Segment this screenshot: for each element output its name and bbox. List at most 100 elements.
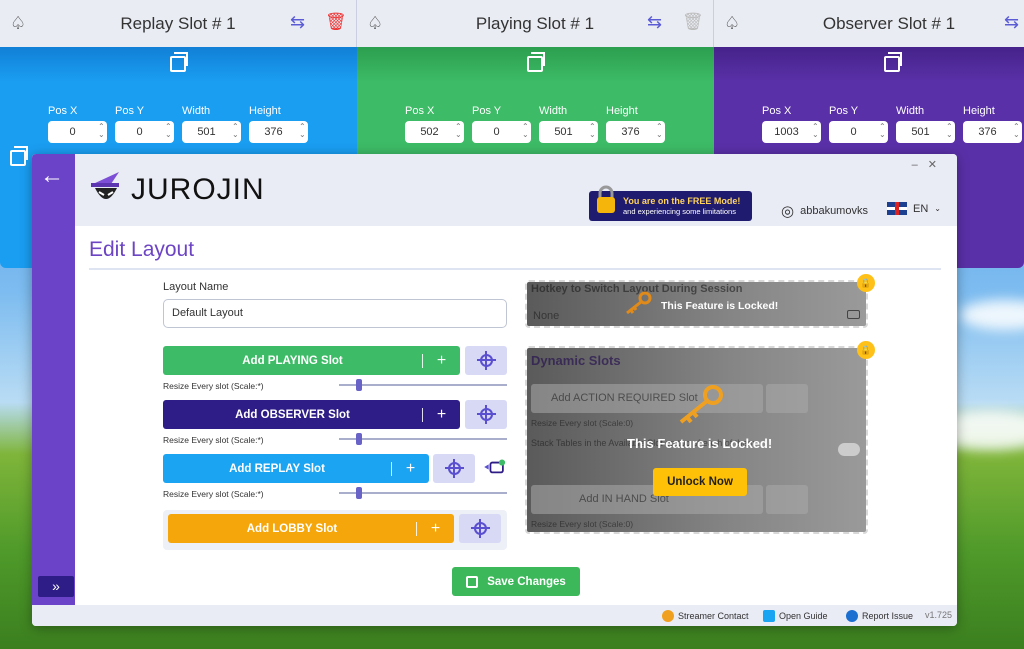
layout-name-label: Layout Name: [163, 281, 229, 293]
resize-label: Resize Every slot (Scale:*): [163, 435, 264, 445]
pos-y-input[interactable]: 0: [472, 121, 531, 143]
add-observer-slot-button[interactable]: Add OBSERVER Slot +: [163, 400, 460, 429]
report-issue-link[interactable]: Report Issue: [846, 610, 913, 622]
crosshair-icon[interactable]: [433, 454, 475, 483]
streamer-contact-link[interactable]: Streamer Contact: [662, 610, 749, 622]
width-input[interactable]: 501: [182, 121, 241, 143]
crosshair-icon: [766, 485, 808, 514]
resize-label: Resize Every slot (Scale:*): [163, 381, 264, 391]
lock-icon: 🔒: [857, 341, 875, 359]
pos-x-input[interactable]: 502: [405, 121, 464, 143]
spade-icon: ♤: [724, 13, 741, 33]
crosshair-icon[interactable]: [465, 400, 507, 429]
brand-logo: JUROJIN: [89, 170, 265, 210]
spade-icon: ♤: [367, 13, 384, 33]
height-input[interactable]: 376: [963, 121, 1022, 143]
hotkey-locked-panel: Hotkey to Switch Layout During Session N…: [525, 280, 868, 328]
button-label: Add PLAYING Slot: [242, 354, 343, 367]
language-label: EN: [913, 202, 929, 215]
user-menu[interactable]: ◎ abbakumovks: [781, 202, 868, 220]
language-selector[interactable]: EN ⌄: [887, 202, 941, 215]
streamer-contact-label: Streamer Contact: [678, 611, 749, 621]
swap-icon[interactable]: ⇆: [290, 12, 305, 33]
dynamic-slots-locked-panel: Dynamic Slots Add ACTION REQUIRED Slot R…: [525, 346, 868, 534]
version-label: v1.725: [925, 610, 953, 620]
window-title: Replay Slot # 1: [120, 13, 236, 33]
expand-icon[interactable]: »: [38, 576, 74, 597]
brand-name: JUROJIN: [131, 173, 265, 206]
width-label: Width: [182, 105, 211, 117]
lock-icon: 🔒: [857, 274, 875, 292]
monitor-icon[interactable]: [481, 459, 507, 475]
resize-label: Resize Every slot (Scale:*): [163, 489, 264, 499]
plus-icon: +: [422, 352, 460, 368]
hotkey-value: None: [533, 310, 560, 322]
copy-icon[interactable]: [527, 52, 545, 72]
crosshair-icon[interactable]: [465, 346, 507, 375]
width-input[interactable]: 501: [539, 121, 598, 143]
streamer-icon: [662, 610, 674, 622]
unlock-now-button[interactable]: Unlock Now: [653, 468, 747, 496]
report-issue-label: Report Issue: [862, 611, 914, 621]
replay-slot-titlebar[interactable]: ♤ Replay Slot # 1 ⇆ 🗑: [0, 0, 357, 47]
crosshair-icon: [766, 384, 808, 413]
open-guide-label: Open Guide: [779, 611, 828, 621]
resize-slider[interactable]: [339, 379, 507, 391]
page-title: Edit Layout: [89, 238, 195, 261]
button-label: Add REPLAY Slot: [229, 462, 325, 475]
height-input[interactable]: 376: [249, 121, 308, 143]
crosshair-icon[interactable]: [459, 514, 501, 543]
pos-y-label: Pos Y: [472, 105, 502, 117]
save-label: Save Changes: [487, 575, 566, 588]
pos-y-input[interactable]: 0: [115, 121, 174, 143]
height-input[interactable]: 376: [606, 121, 665, 143]
pos-y-input[interactable]: 0: [829, 121, 888, 143]
width-input[interactable]: 501: [896, 121, 955, 143]
key-icon: [626, 291, 652, 315]
open-guide-link[interactable]: Open Guide: [763, 610, 828, 622]
add-playing-slot-button[interactable]: Add PLAYING Slot +: [163, 346, 460, 375]
app-header: –✕ JUROJIN You are on the FREE Mode! and…: [75, 154, 957, 226]
divider: [89, 268, 941, 270]
dynamic-slots-title: Dynamic Slots: [531, 353, 621, 368]
pos-x-input[interactable]: 0: [48, 121, 107, 143]
copy-icon[interactable]: [10, 146, 28, 166]
plus-icon: +: [422, 406, 460, 422]
width-label: Width: [539, 105, 568, 117]
copy-icon[interactable]: [170, 52, 188, 72]
resize-slider[interactable]: [339, 433, 507, 445]
layout-name-input[interactable]: Default Layout: [163, 299, 507, 328]
resize-label: Resize Every slot (Scale:0): [531, 519, 634, 529]
add-replay-slot-button[interactable]: Add REPLAY Slot +: [163, 454, 429, 483]
save-changes-button[interactable]: Save Changes: [452, 567, 580, 596]
free-mode-subtitle: and experiencing some limitations: [623, 207, 736, 216]
chevron-down-icon: ⌄: [934, 204, 941, 213]
pos-x-label: Pos X: [48, 105, 78, 117]
height-label: Height: [249, 105, 281, 117]
trash-icon[interactable]: 🗑: [325, 12, 347, 32]
locked-message: This Feature is Locked!: [661, 300, 779, 312]
user-icon: ◎: [781, 203, 795, 220]
pos-x-input[interactable]: 1003: [762, 121, 821, 143]
resize-slider[interactable]: [339, 487, 507, 499]
username: abbakumovks: [800, 205, 868, 217]
add-lobby-slot-button[interactable]: Add LOBBY Slot +: [168, 514, 454, 543]
window-controls[interactable]: –✕: [912, 158, 947, 171]
observer-slot-titlebar[interactable]: ♤ Observer Slot # 1 ⇆: [714, 0, 1024, 47]
swap-icon[interactable]: ⇆: [1004, 12, 1019, 33]
button-label: Add LOBBY Slot: [246, 522, 338, 535]
plus-icon: +: [391, 460, 429, 476]
guide-icon: [763, 610, 775, 622]
button-label: Add OBSERVER Slot: [235, 408, 350, 421]
copy-icon[interactable]: [884, 52, 902, 72]
lock-icon: [597, 185, 615, 213]
swap-icon[interactable]: ⇆: [647, 12, 662, 33]
uk-flag-icon: [887, 202, 907, 215]
height-label: Height: [606, 105, 638, 117]
free-mode-banner[interactable]: You are on the FREE Mode! and experienci…: [589, 185, 752, 221]
playing-slot-titlebar[interactable]: ♤ Playing Slot # 1 ⇆ 🗑: [357, 0, 714, 47]
keyboard-icon: [847, 310, 860, 319]
back-arrow-icon[interactable]: ←: [40, 162, 64, 190]
pos-x-label: Pos X: [405, 105, 435, 117]
free-mode-title: You are on the FREE Mode!: [623, 196, 741, 206]
